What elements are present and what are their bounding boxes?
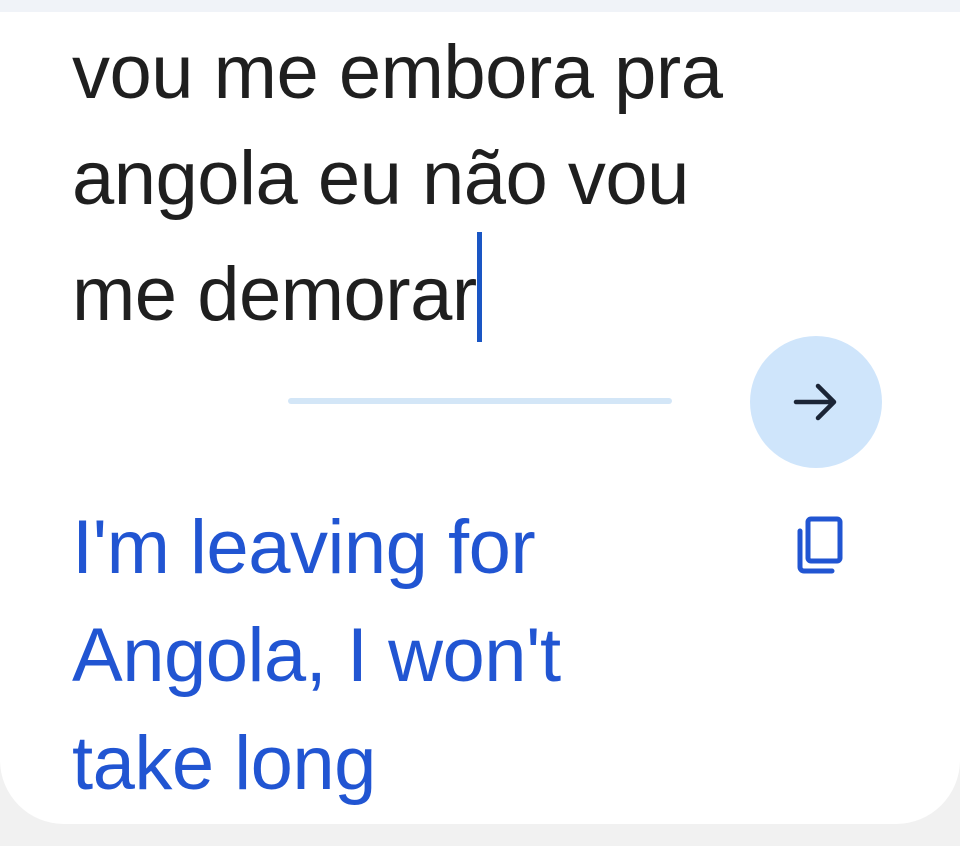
copy-button[interactable] — [788, 514, 852, 578]
copy-icon — [797, 516, 843, 574]
translate-button[interactable] — [750, 336, 882, 468]
translation-line: I'm leaving for — [72, 505, 536, 590]
translation-line: take long — [72, 721, 376, 806]
arrow-right-icon — [793, 383, 837, 421]
translation-card: vou me embora pra angola eu não vou me d… — [0, 12, 960, 824]
translation-line: Angola, I won't — [72, 613, 561, 698]
source-line: vou me embora pra — [72, 30, 723, 115]
divider — [288, 398, 672, 404]
translation-output: I'm leaving for Angola, I won't take lon… — [72, 494, 712, 818]
source-line: me demorar — [72, 252, 477, 337]
source-line-with-caret: me demorar — [72, 232, 852, 348]
top-strip — [0, 0, 960, 12]
source-text-input[interactable]: vou me embora pra angola eu não vou me d… — [72, 20, 852, 348]
source-line: angola eu não vou — [72, 136, 689, 221]
text-cursor — [476, 232, 482, 342]
